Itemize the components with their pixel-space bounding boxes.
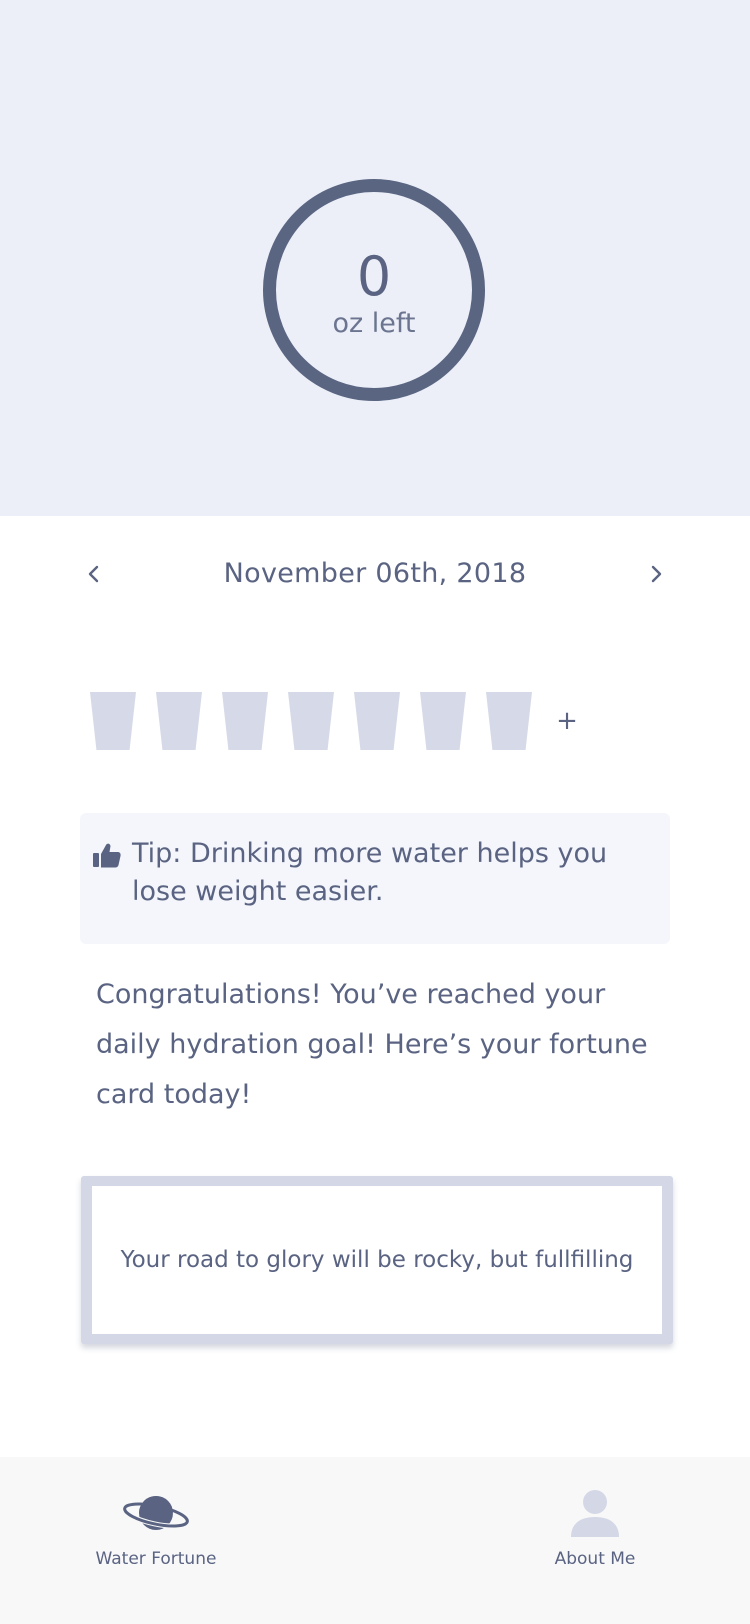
date-navigator: November 06th, 2018 xyxy=(0,548,750,604)
tip-text: Tip: Drinking more water helps you lose … xyxy=(132,838,608,907)
progress-ring: 0 oz left xyxy=(263,179,485,401)
water-cup[interactable] xyxy=(486,692,532,750)
tab-bar: Water Fortune About Me xyxy=(0,1457,750,1624)
water-cup[interactable] xyxy=(354,692,400,750)
tab-about-me[interactable]: About Me xyxy=(505,1487,685,1587)
hero-panel: 0 oz left xyxy=(0,0,750,516)
oz-left-value: 0 xyxy=(356,245,392,308)
tab-label: Water Fortune xyxy=(95,1549,217,1569)
add-cup-button[interactable]: + xyxy=(552,706,582,736)
water-cup[interactable] xyxy=(156,692,202,750)
tip-box: Tip: Drinking more water helps you lose … xyxy=(80,813,670,944)
water-cups: + xyxy=(90,692,690,752)
thumbs-up-icon xyxy=(93,843,121,868)
congrats-message: Congratulations! You’ve reached your dai… xyxy=(96,979,648,1110)
water-cup[interactable] xyxy=(288,692,334,750)
water-cup[interactable] xyxy=(90,692,136,750)
planet-icon xyxy=(121,1487,191,1539)
fortune-card: Your road to glory will be rocky, but fu… xyxy=(81,1176,673,1344)
water-cup[interactable] xyxy=(420,692,466,750)
chevron-right-icon xyxy=(651,565,662,583)
user-icon xyxy=(560,1487,630,1539)
next-day-button[interactable] xyxy=(638,556,674,592)
tab-water-fortune[interactable]: Water Fortune xyxy=(66,1487,246,1587)
oz-left-label: oz left xyxy=(332,308,416,339)
water-cup[interactable] xyxy=(222,692,268,750)
fortune-card-body: Your road to glory will be rocky, but fu… xyxy=(92,1186,662,1334)
tab-label: About Me xyxy=(554,1549,636,1569)
fortune-text: Your road to glory will be rocky, but fu… xyxy=(120,1247,634,1273)
